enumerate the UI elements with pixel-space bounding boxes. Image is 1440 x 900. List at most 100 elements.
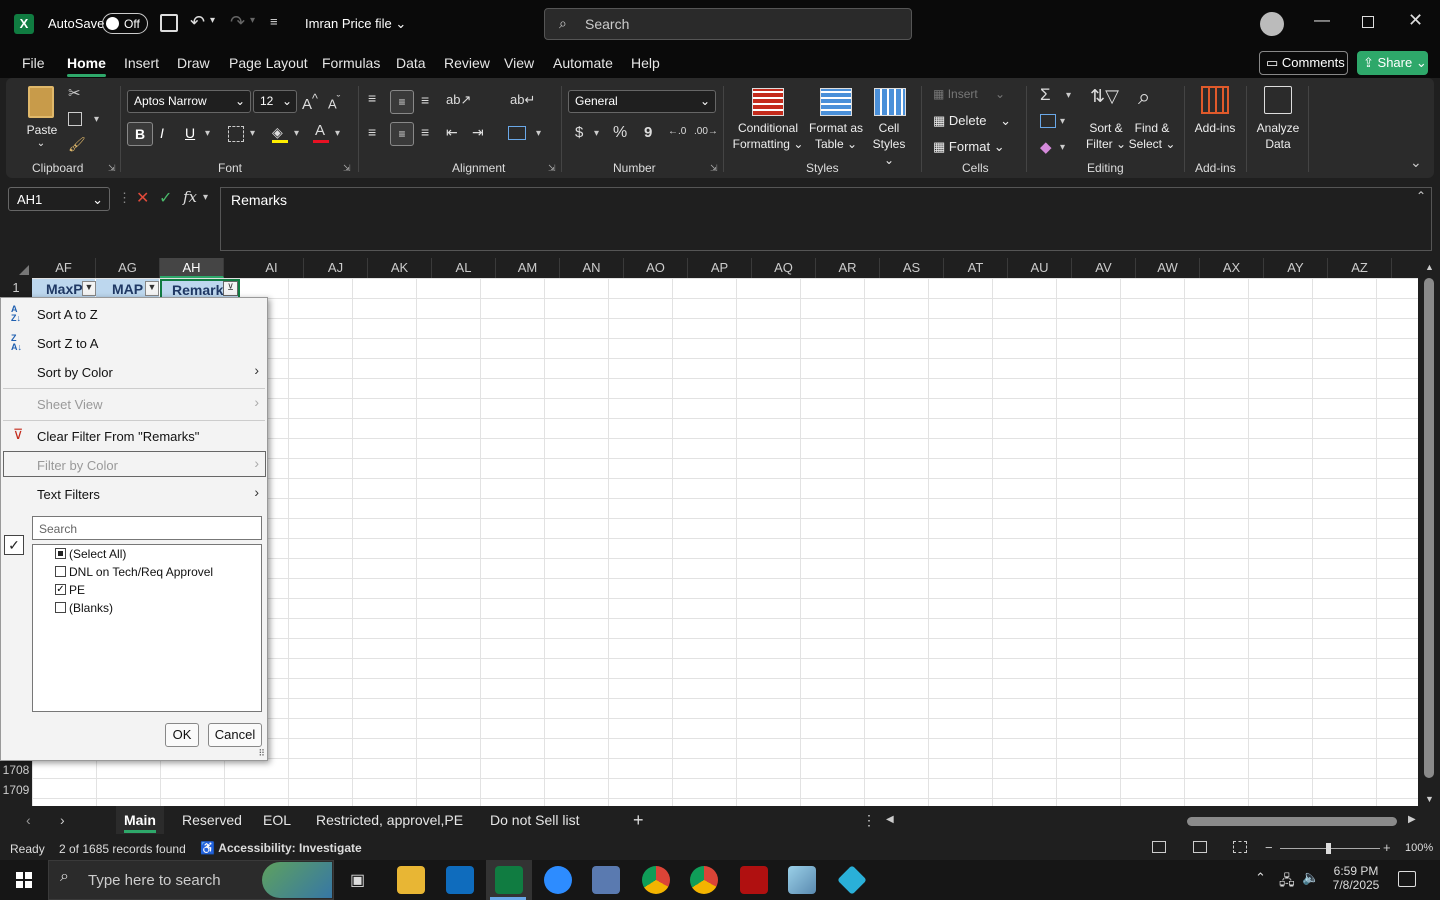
filter-value-label[interactable]: (Select All): [69, 547, 126, 561]
dialog-launcher-icon[interactable]: ⇲: [548, 163, 556, 174]
zoom-out-icon[interactable]: −: [1265, 840, 1273, 855]
font-size-select[interactable]: 12 ⌄: [253, 90, 297, 113]
column-header[interactable]: AK: [368, 258, 432, 278]
restore-icon[interactable]: [1362, 16, 1374, 28]
page-break-view-icon[interactable]: [1233, 841, 1247, 853]
underline-dropdown-icon[interactable]: ▾: [205, 128, 210, 139]
bold-button[interactable]: B: [127, 122, 153, 146]
dialog-launcher-icon[interactable]: ⇲: [108, 163, 116, 174]
bottom-align-icon[interactable]: ≡: [421, 92, 429, 108]
filter-value-label[interactable]: PE: [69, 583, 85, 597]
app-icon[interactable]: [788, 866, 816, 894]
filter-dropdown-button[interactable]: ▼: [145, 281, 159, 296]
filter-value-label[interactable]: (Blanks): [69, 601, 113, 615]
clear-dropdown-icon[interactable]: ▾: [1060, 142, 1065, 153]
clear-filter-item[interactable]: Clear Filter From "Remarks": [37, 429, 199, 444]
tab-home[interactable]: Home: [67, 55, 106, 77]
column-header[interactable]: AZ: [1328, 258, 1392, 278]
zoom-slider-thumb[interactable]: [1326, 843, 1331, 854]
sheet-tab-main[interactable]: Main: [124, 812, 156, 833]
right-align-icon[interactable]: ≡: [421, 124, 429, 140]
next-sheet-icon[interactable]: ›: [60, 812, 65, 828]
paste-dropdown-icon[interactable]: ⌄: [34, 136, 48, 152]
cell-styles-icon[interactable]: [874, 88, 906, 116]
filter-by-color-item[interactable]: Filter by Color: [37, 458, 118, 473]
column-header-selected[interactable]: AH: [160, 258, 224, 278]
zoom-in-icon[interactable]: +: [1383, 840, 1391, 855]
insert-cells-button[interactable]: ▦ Insert ⌄: [933, 87, 1005, 101]
notifications-icon[interactable]: [1398, 871, 1416, 887]
row-header[interactable]: 1: [0, 280, 32, 295]
column-header[interactable]: AG: [96, 258, 160, 278]
tab-data[interactable]: Data: [396, 55, 426, 71]
decrease-font-icon[interactable]: Aˇ: [328, 94, 340, 111]
close-icon[interactable]: ✕: [1408, 10, 1423, 31]
number-format-select[interactable]: General ⌄: [568, 90, 716, 113]
analyze-data-button[interactable]: Analyze Data: [1252, 120, 1304, 152]
format-painter-icon[interactable]: 🖌: [68, 136, 86, 153]
show-hidden-icons[interactable]: ⌃: [1255, 870, 1266, 886]
row-header[interactable]: 1708: [0, 763, 32, 777]
ok-button[interactable]: OK: [165, 723, 199, 747]
sheet-tab-do-not-sell[interactable]: Do not Sell list: [490, 812, 579, 828]
collapse-formula-icon[interactable]: ⌃: [1416, 189, 1426, 203]
task-view-icon[interactable]: ▣: [350, 870, 365, 890]
column-header[interactable]: AV: [1072, 258, 1136, 278]
addins-button[interactable]: Add-ins: [1190, 120, 1240, 136]
merge-center-icon[interactable]: [508, 126, 526, 140]
scroll-up-icon[interactable]: ▲: [1425, 262, 1434, 272]
sheet-tab-restricted[interactable]: Restricted, approvel,PE: [316, 812, 463, 828]
cancel-entry-icon[interactable]: ✕: [136, 188, 149, 208]
tab-formulas[interactable]: Formulas: [322, 55, 380, 71]
enter-entry-icon[interactable]: ✓: [159, 188, 172, 208]
center-align-icon[interactable]: ≡: [390, 122, 414, 146]
currency-icon[interactable]: $: [575, 124, 583, 141]
merge-dropdown-icon[interactable]: ▾: [536, 128, 541, 139]
volume-icon[interactable]: 🔈: [1302, 869, 1319, 886]
top-align-icon[interactable]: ≡: [368, 90, 376, 106]
scroll-right-icon[interactable]: ▶: [1408, 814, 1416, 825]
column-header[interactable]: AL: [432, 258, 496, 278]
format-as-table-icon[interactable]: [820, 88, 852, 116]
column-header[interactable]: AP: [688, 258, 752, 278]
search-input[interactable]: ⌕ Search: [544, 8, 912, 40]
conditional-formatting-button[interactable]: Conditional Formatting ⌄: [728, 120, 808, 152]
tab-help[interactable]: Help: [631, 55, 660, 71]
accessibility-button[interactable]: ♿ Accessibility: Investigate: [200, 841, 362, 855]
wrap-text-icon[interactable]: ab↵: [510, 92, 535, 108]
text-filters-item[interactable]: Text Filters: [37, 487, 100, 502]
chrome-icon[interactable]: [642, 866, 670, 894]
chrome-profile-icon[interactable]: [690, 866, 718, 894]
increase-font-icon[interactable]: A^: [302, 92, 318, 113]
clock[interactable]: 6:59 PM 7/8/2025: [1332, 864, 1380, 892]
scroll-down-icon[interactable]: ▼: [1425, 794, 1434, 804]
clear-icon[interactable]: ◆: [1040, 138, 1052, 156]
percent-icon[interactable]: %: [613, 124, 627, 142]
autosave-toggle[interactable]: Off: [102, 13, 148, 34]
currency-dropdown-icon[interactable]: ▾: [594, 128, 599, 139]
column-header[interactable]: AO: [624, 258, 688, 278]
find-select-button[interactable]: Find & Select ⌄: [1128, 120, 1176, 152]
cell-styles-button[interactable]: Cell Styles ⌄: [866, 120, 912, 168]
filter-value-checkbox[interactable]: [55, 602, 66, 613]
name-box[interactable]: AH1 ⌄: [8, 187, 110, 211]
filter-dropdown-button[interactable]: ▼: [82, 281, 96, 296]
decrease-indent-icon[interactable]: ⇤: [446, 124, 458, 141]
font-color-dropdown-icon[interactable]: ▾: [335, 128, 340, 139]
fill-dropdown-icon[interactable]: ▾: [294, 128, 299, 139]
save-icon[interactable]: [160, 14, 178, 32]
column-header[interactable]: AQ: [752, 258, 816, 278]
filter-value-checkbox[interactable]: [55, 566, 66, 577]
autosum-icon[interactable]: Σ: [1040, 85, 1051, 105]
borders-dropdown-icon[interactable]: ▾: [250, 128, 255, 139]
more-options-icon[interactable]: ⋮: [862, 812, 876, 829]
column-header[interactable]: AM: [496, 258, 560, 278]
sort-filter-button[interactable]: Sort & Filter ⌄: [1084, 120, 1128, 152]
column-header[interactable]: AU: [1008, 258, 1072, 278]
undo-dropdown-icon[interactable]: ▾: [210, 15, 215, 26]
sort-filter-icon[interactable]: ⇅▽: [1090, 86, 1119, 107]
dialog-launcher-icon[interactable]: ⇲: [343, 163, 351, 174]
file-name[interactable]: Imran Price file ⌄: [305, 16, 406, 32]
column-header[interactable]: AN: [560, 258, 624, 278]
addins-icon[interactable]: [1201, 86, 1229, 114]
